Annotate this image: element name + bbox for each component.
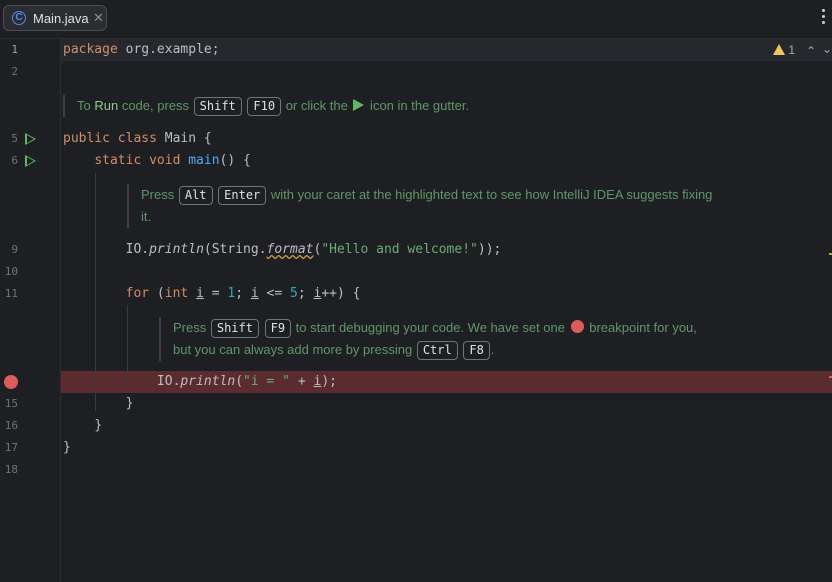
run-gutter-icon[interactable] — [25, 133, 36, 145]
code-line-1[interactable]: package org.example; — [63, 40, 220, 60]
code-line-17[interactable]: } — [63, 438, 71, 458]
code-line-16[interactable]: } — [63, 416, 102, 436]
line-number: 16 — [4, 419, 18, 432]
shortcut-key: F10 — [247, 97, 282, 116]
shortcut-key: Shift — [210, 319, 259, 338]
line-number: 9 — [11, 243, 18, 256]
breakpoint-icon — [570, 320, 584, 333]
shortcut-key: F9 — [264, 319, 292, 338]
shortcut-key: F8 — [463, 341, 490, 360]
chevron-up-icon[interactable]: ⌃ — [806, 44, 816, 58]
tab-label: Main.java — [33, 11, 89, 26]
code-line-11[interactable]: for (int i = 1; i <= 5; i++) { — [63, 284, 361, 304]
doc-comment-run: To Run code, press Shift F10 or click th… — [63, 95, 469, 117]
line-number: 18 — [4, 463, 18, 476]
doc-comment-debug: Press Shift F9 to start debugging your c… — [159, 317, 753, 361]
inspection-widget[interactable]: 1 — [773, 43, 795, 57]
line-number: 6 — [11, 154, 18, 167]
close-icon[interactable]: ✕ — [93, 10, 104, 26]
run-icon — [353, 99, 365, 111]
run-gutter-icon[interactable] — [25, 155, 36, 167]
shortcut-key: Enter — [218, 186, 267, 205]
code-line-14[interactable]: IO.println("i = " + i); — [63, 372, 337, 392]
breakpoint-icon[interactable] — [4, 375, 18, 389]
line-number: 17 — [4, 441, 18, 454]
code-line-15[interactable]: } — [63, 394, 134, 414]
shortcut-key: Ctrl — [416, 341, 458, 360]
line-number: 10 — [4, 265, 18, 278]
editor-tabbar: C Main.java ✕ — [0, 0, 832, 39]
doc-comment-fix: Press Alt Enter with your caret at the h… — [127, 184, 741, 228]
tab-main-java[interactable]: C Main.java ✕ — [3, 5, 107, 31]
shortcut-key: Shift — [193, 97, 242, 116]
line-number: 2 — [11, 65, 18, 78]
more-options-icon[interactable] — [822, 9, 826, 27]
chevron-down-icon[interactable]: ⌄ — [822, 42, 832, 56]
code-line-9[interactable]: IO.println(String.format("Hello and welc… — [63, 240, 502, 260]
line-number: 5 — [11, 132, 18, 145]
gutter-divider — [60, 39, 61, 582]
line-number: 1 — [11, 43, 18, 56]
line-number: 15 — [4, 397, 18, 410]
shortcut-key: Alt — [178, 186, 213, 205]
java-class-icon: C — [12, 11, 26, 25]
code-line-5[interactable]: public class Main { — [63, 129, 212, 149]
code-line-6[interactable]: static void main() { — [63, 151, 251, 171]
warning-icon — [773, 44, 785, 55]
line-number: 11 — [4, 287, 18, 300]
